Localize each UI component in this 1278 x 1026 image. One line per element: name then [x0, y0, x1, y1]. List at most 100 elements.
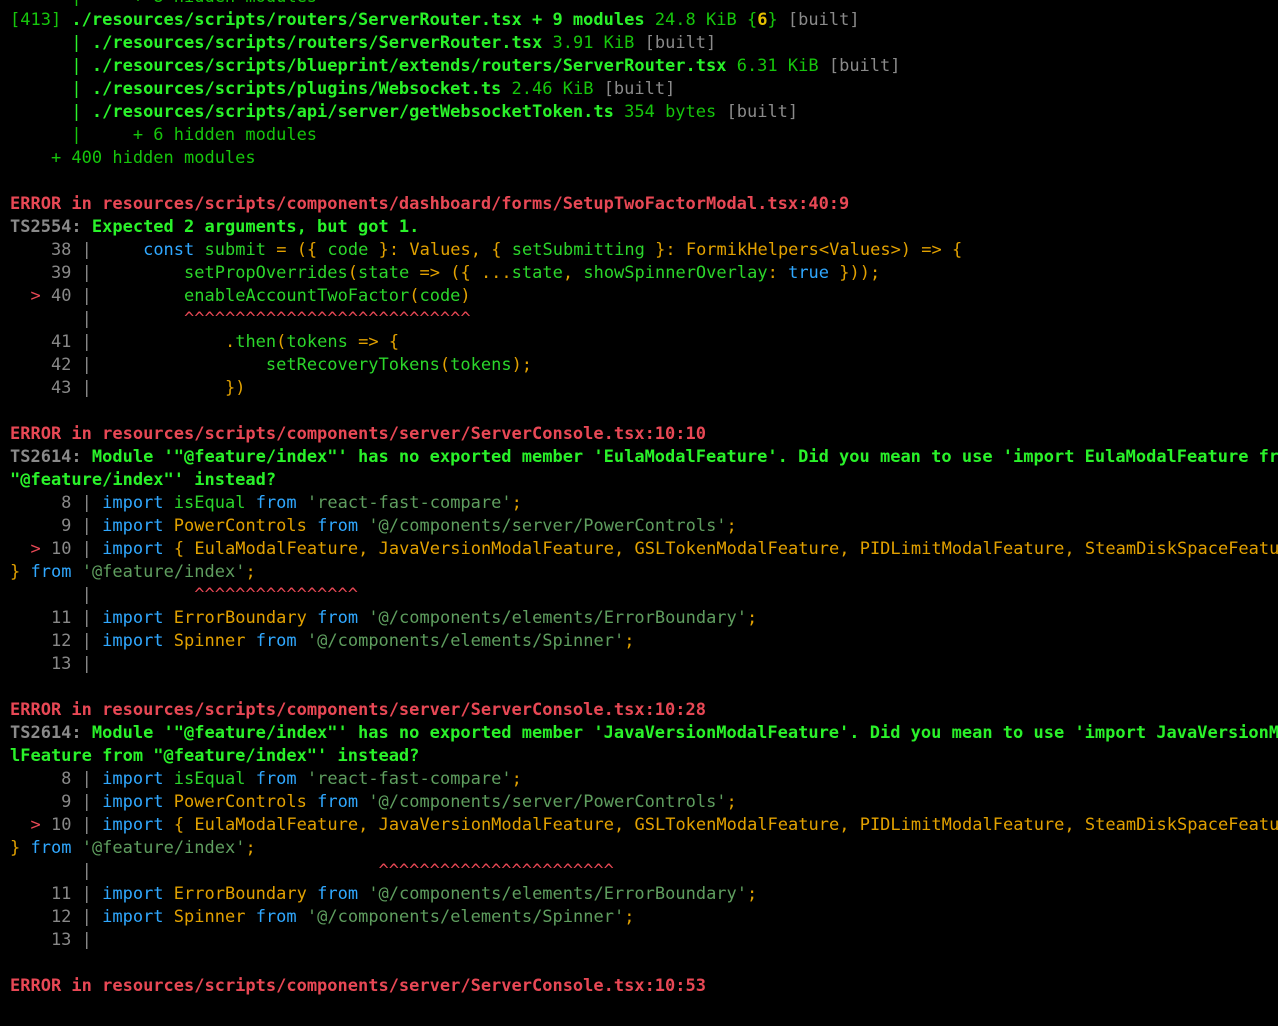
caret-marker: ^^^^^^^^^^^^^^^^^^^^^^^^^^^^	[102, 309, 471, 329]
error-text: Expected 2 arguments, but got 1.	[81, 217, 420, 237]
chunk-size: 24.8 KiB	[644, 10, 737, 30]
line-gutter: |	[10, 309, 103, 329]
error-code: TS2614:	[10, 447, 82, 467]
chunk-id: [413]	[10, 10, 62, 30]
error-label: ERROR in	[10, 194, 92, 214]
caret-line: | ^^^^^^^^^^^^^^^^^^^^^^^	[10, 860, 1278, 883]
code-line: 38 | const submit = ({ code }: Values, {…	[10, 239, 1278, 262]
line-gutter: 13 |	[10, 930, 103, 950]
chunk-group: 6	[757, 10, 768, 30]
line-code: import isEqual from 'react-fast-compare'…	[102, 769, 522, 789]
error-header: ERROR in resources/scripts/components/se…	[10, 699, 1278, 722]
caret-marker: ^^^^^^^^^^^^^^^^	[102, 585, 358, 605]
line-code: } from '@feature/index';	[10, 562, 256, 582]
error-code: TS2554:	[10, 217, 82, 237]
line-code: import ErrorBoundary from '@/components/…	[102, 608, 758, 628]
code-line: } from '@feature/index';	[10, 837, 1278, 860]
code-line: 43 | })	[10, 377, 1278, 400]
chunk-brace-close: }	[767, 10, 778, 30]
chunk-brace-open: {	[736, 10, 758, 30]
module-status: [built]	[644, 33, 717, 53]
module-line: | ./resources/scripts/plugins/Websocket.…	[10, 79, 676, 99]
terminal-output: | + 8 hidden modules [413] ./resources/s…	[10, 0, 1278, 998]
line-gutter: 43 |	[10, 378, 103, 398]
outer-hidden-modules: + 400 hidden modules	[10, 148, 256, 168]
code-line: } from '@feature/index';	[10, 561, 1278, 584]
hidden-modules-line: | + 8 hidden modules	[10, 0, 1278, 9]
code-line: 8 | import isEqual from 'react-fast-comp…	[10, 768, 1278, 791]
code-line: 8 | import isEqual from 'react-fast-comp…	[10, 492, 1278, 515]
line-gutter: 9 |	[10, 516, 103, 536]
line-gutter: 39 |	[10, 263, 103, 283]
code-line: 9 | import PowerControls from '@/compone…	[10, 515, 1278, 538]
module-size: 6.31 KiB	[736, 56, 819, 76]
caret-line: | ^^^^^^^^^^^^^^^^^^^^^^^^^^^^	[10, 308, 1278, 331]
error-header: ERROR in resources/scripts/components/se…	[10, 975, 1278, 998]
line-gutter: 8 |	[10, 493, 103, 513]
code-line: 41 | .then(tokens => {	[10, 331, 1278, 354]
line-gutter: 41 |	[10, 332, 103, 352]
module-path: ./resources/scripts/routers/ServerRouter…	[91, 33, 543, 53]
error-text: Module '"@feature/index"' has no exporte…	[81, 447, 1278, 467]
error-file: resources/scripts/components/server/Serv…	[91, 976, 706, 996]
line-code: setRecoveryTokens(tokens);	[265, 355, 533, 375]
line-gutter: 13 |	[10, 654, 103, 674]
code-line: 42 | setRecoveryTokens(tokens);	[10, 354, 1278, 377]
line-gutter: 8 |	[10, 769, 103, 789]
line-code: import PowerControls from '@/components/…	[102, 792, 737, 812]
code-line: 12 | import Spinner from '@/components/e…	[10, 630, 1278, 653]
module-status: [built]	[828, 56, 901, 76]
code-line: 13 |	[10, 929, 1278, 952]
error-message-cont: "@feature/index"' instead?	[10, 470, 277, 490]
line-gutter: > 10 |	[30, 539, 103, 559]
code-line: 11 | import ErrorBoundary from '@/compon…	[10, 883, 1278, 906]
module-status: [built]	[603, 79, 676, 99]
inner-hidden-modules: | + 6 hidden modules	[10, 125, 318, 145]
line-code: const submit = ({ code }: Values, { setS…	[143, 240, 963, 260]
chunk-status: [built]	[777, 10, 860, 30]
line-gutter: 11 |	[10, 884, 103, 904]
code-line: > 10 | import { EulaModalFeature, JavaVe…	[10, 814, 1278, 837]
module-size: 354 bytes	[624, 102, 717, 122]
module-size: 2.46 KiB	[511, 79, 594, 99]
line-code: } from '@feature/index';	[10, 838, 256, 858]
line-gutter: 38 |	[10, 240, 103, 260]
line-code: setPropOverrides(state => ({ ...state, s…	[184, 263, 881, 283]
line-gutter: > 10 |	[30, 815, 103, 835]
module-path: ./resources/scripts/blueprint/extends/ro…	[91, 56, 727, 76]
error-file: resources/scripts/components/dashboard/f…	[91, 194, 850, 214]
error-message: TS2554: Expected 2 arguments, but got 1.	[10, 216, 1278, 239]
caret-line: | ^^^^^^^^^^^^^^^^	[10, 584, 1278, 607]
module-line: | ./resources/scripts/blueprint/extends/…	[10, 56, 901, 76]
error-header: ERROR in resources/scripts/components/da…	[10, 193, 1278, 216]
line-code: import { EulaModalFeature, JavaVersionMo…	[102, 539, 1278, 559]
error-file: resources/scripts/components/server/Serv…	[91, 700, 706, 720]
module-path: ./resources/scripts/api/server/getWebsoc…	[91, 102, 614, 122]
code-line: 9 | import PowerControls from '@/compone…	[10, 791, 1278, 814]
module-line: | ./resources/scripts/routers/ServerRout…	[10, 33, 717, 53]
line-code: import isEqual from 'react-fast-compare'…	[102, 493, 522, 513]
line-code: import Spinner from '@/components/elemen…	[102, 907, 635, 927]
code-line: 39 | setPropOverrides(state => ({ ...sta…	[10, 262, 1278, 285]
line-gutter: 9 |	[10, 792, 103, 812]
chunk-path: ./resources/scripts/routers/ServerRouter…	[61, 10, 645, 30]
error-message: TS2614: Module '"@feature/index"' has no…	[10, 722, 1278, 745]
code-line: > 10 | import { EulaModalFeature, JavaVe…	[10, 538, 1278, 561]
module-path: ./resources/scripts/plugins/Websocket.ts	[91, 79, 502, 99]
error-header: ERROR in resources/scripts/components/se…	[10, 423, 1278, 446]
error-code: TS2614:	[10, 723, 82, 743]
line-code: import PowerControls from '@/components/…	[102, 516, 737, 536]
code-line: > 40 | enableAccountTwoFactor(code)	[10, 285, 1278, 308]
line-gutter: 11 |	[10, 608, 103, 628]
line-code: import { EulaModalFeature, JavaVersionMo…	[102, 815, 1278, 835]
line-gutter: 42 |	[10, 355, 103, 375]
caret-marker: ^^^^^^^^^^^^^^^^^^^^^^^	[102, 861, 614, 881]
line-gutter: > 40 |	[30, 286, 103, 306]
error-file: resources/scripts/components/server/Serv…	[91, 424, 706, 444]
line-gutter: 12 |	[10, 907, 103, 927]
line-gutter: 12 |	[10, 631, 103, 651]
